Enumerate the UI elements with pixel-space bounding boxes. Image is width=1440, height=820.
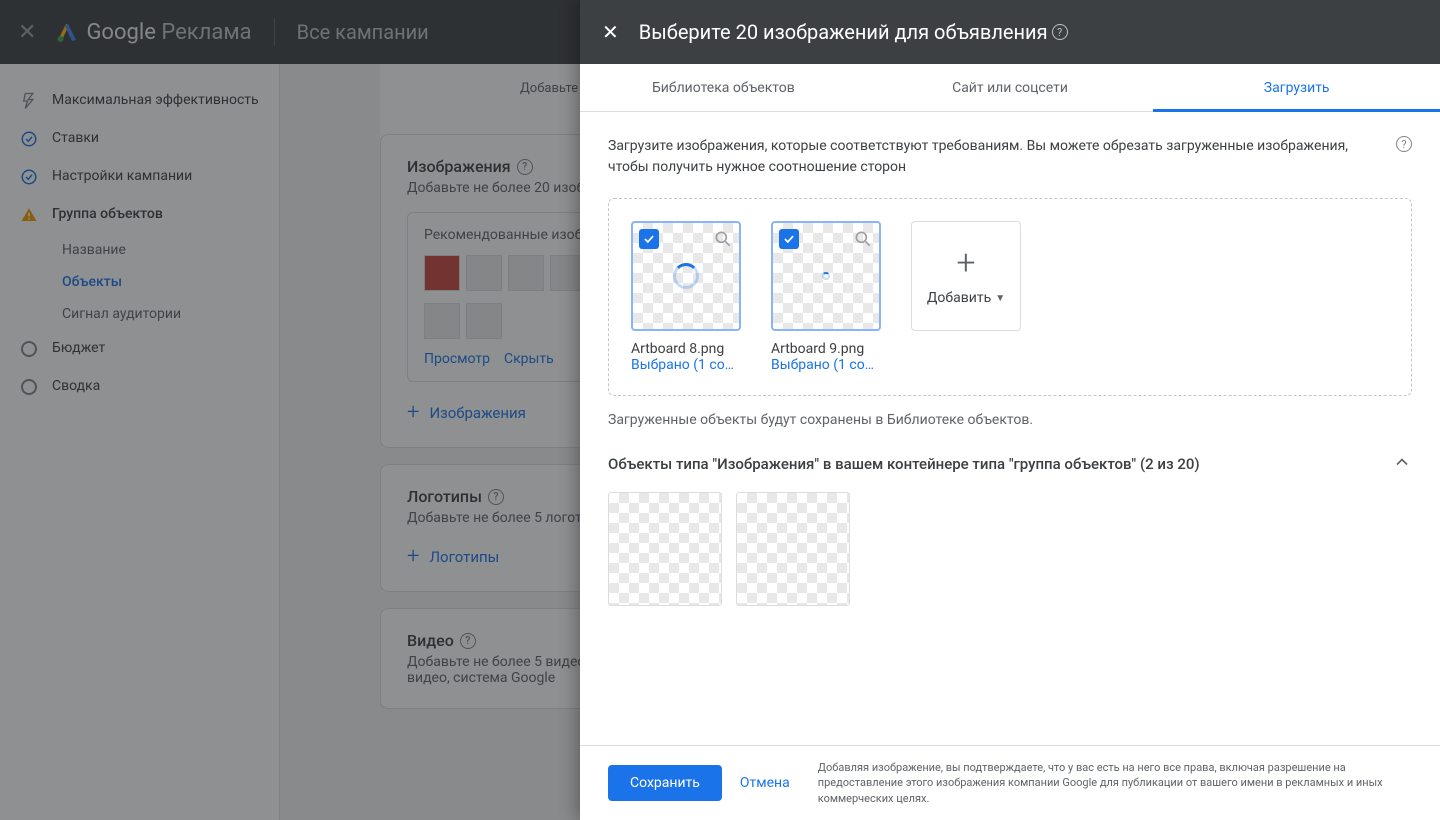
image-picker-panel: ✕ Выберите 20 изображений для объявления… xyxy=(580,0,1440,820)
plus-icon: + xyxy=(956,246,975,280)
zoom-icon[interactable] xyxy=(853,229,873,249)
upload-instruction: Загрузите изображения, которые соответст… xyxy=(608,136,1384,178)
zoom-icon[interactable] xyxy=(713,229,733,249)
checkbox-icon[interactable] xyxy=(639,229,659,249)
panel-header: ✕ Выберите 20 изображений для объявления… xyxy=(580,0,1440,64)
spinner-icon xyxy=(822,272,830,280)
selection-meta: Выбрано (1 со… xyxy=(771,357,881,373)
tab-site[interactable]: Сайт или соцсети xyxy=(867,64,1154,111)
container-section: Объекты типа "Изображения" в вашем конте… xyxy=(608,452,1412,606)
container-thumbs xyxy=(608,492,1412,606)
container-thumb[interactable] xyxy=(608,492,722,606)
upload-thumbnail[interactable] xyxy=(631,221,741,331)
upload-item[interactable]: Artboard 9.png Выбрано (1 со… xyxy=(771,221,881,373)
save-button[interactable]: Сохранить xyxy=(608,765,722,801)
cancel-button[interactable]: Отмена xyxy=(740,775,790,791)
container-thumb[interactable] xyxy=(736,492,850,606)
checkbox-icon[interactable] xyxy=(779,229,799,249)
filename: Artboard 8.png xyxy=(631,341,741,357)
legal-text: Добавляя изображение, вы подтверждаете, … xyxy=(818,760,1412,806)
help-icon[interactable]: ? xyxy=(1396,136,1412,152)
chevron-up-icon[interactable] xyxy=(1392,452,1412,476)
panel-title: Выберите 20 изображений для объявления ? xyxy=(639,20,1418,44)
saved-note: Загруженные объекты будут сохранены в Би… xyxy=(608,412,1412,428)
close-icon[interactable]: ✕ xyxy=(602,20,619,44)
add-more-button[interactable]: + Добавить ▼ xyxy=(911,221,1021,331)
spinner-icon xyxy=(673,263,699,289)
add-label: Добавить ▼ xyxy=(927,290,1005,306)
panel-body: Загрузите изображения, которые соответст… xyxy=(580,112,1440,745)
filename: Artboard 9.png xyxy=(771,341,881,357)
tabs: Библиотека объектов Сайт или соцсети Заг… xyxy=(580,64,1440,112)
help-icon[interactable]: ? xyxy=(1052,24,1068,40)
container-title: Объекты типа "Изображения" в вашем конте… xyxy=(608,455,1200,473)
selection-meta: Выбрано (1 со… xyxy=(631,357,741,373)
uploads-box: Artboard 8.png Выбрано (1 со… Artboard 9… xyxy=(608,198,1412,396)
upload-item[interactable]: Artboard 8.png Выбрано (1 со… xyxy=(631,221,741,373)
caret-down-icon: ▼ xyxy=(995,293,1005,304)
tab-upload[interactable]: Загрузить xyxy=(1153,64,1440,111)
upload-thumbnail[interactable] xyxy=(771,221,881,331)
panel-footer: Сохранить Отмена Добавляя изображение, в… xyxy=(580,745,1440,820)
tab-library[interactable]: Библиотека объектов xyxy=(580,64,867,111)
